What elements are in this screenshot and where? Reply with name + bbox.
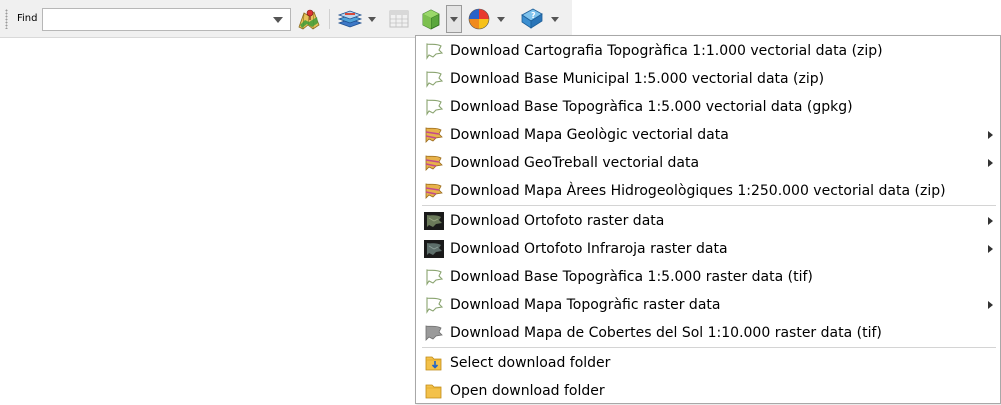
menu-item-download-geotreball[interactable]: Download GeoTreball vectorial data xyxy=(417,149,999,177)
land-cover-icon xyxy=(425,325,443,341)
menu-item-download-base-municipal[interactable]: Download Base Municipal 1:5.000 vectoria… xyxy=(417,65,999,93)
table-icon xyxy=(389,10,409,28)
menu-item-select-download-folder[interactable]: Select download folder xyxy=(417,349,999,377)
find-label: Find xyxy=(17,13,38,24)
menu-item-label: Download Mapa Àrees Hidrogeològiques 1:2… xyxy=(450,183,946,199)
menu-item-download-cartografia-1000[interactable]: Download Cartografia Topogràfica 1:1.000… xyxy=(417,37,999,65)
download-box-icon xyxy=(422,9,440,30)
menu-item-label: Download Base Topogràfica 1:5.000 raster… xyxy=(450,269,813,285)
toolbar: Find ? xyxy=(0,0,572,38)
map-button[interactable] xyxy=(297,7,321,31)
chevron-down-icon xyxy=(450,17,458,22)
color-button[interactable] xyxy=(467,7,491,31)
menu-item-label: Download Mapa Topogràfic raster data xyxy=(450,297,721,313)
toolbar-grip[interactable] xyxy=(5,9,8,29)
find-combobox[interactable] xyxy=(42,8,291,31)
menu-item-download-ortofoto[interactable]: Download Ortofoto raster data xyxy=(417,207,999,235)
menu-separator xyxy=(422,347,996,348)
folder-download-icon xyxy=(425,356,442,371)
menu-item-label: Select download folder xyxy=(450,355,611,371)
menu-item-label: Download Ortofoto raster data xyxy=(450,213,665,229)
menu-item-label: Open download folder xyxy=(450,383,605,399)
submenu-arrow-icon xyxy=(988,131,993,139)
menu-item-label: Download GeoTreball vectorial data xyxy=(450,155,700,171)
menu-item-download-mapa-topografic[interactable]: Download Mapa Topogràfic raster data xyxy=(417,291,999,319)
submenu-arrow-icon xyxy=(988,217,993,225)
geology-map-icon xyxy=(425,183,443,199)
download-menu: Download Cartografia Topogràfica 1:1.000… xyxy=(415,35,1001,404)
menu-item-label: Download Cartografia Topogràfica 1:1.000… xyxy=(450,43,883,59)
submenu-arrow-icon xyxy=(988,159,993,167)
menu-item-label: Download Mapa de Cobertes del Sol 1:10.0… xyxy=(450,325,882,341)
help-dropdown-arrow[interactable] xyxy=(551,17,559,22)
vector-outline-icon xyxy=(426,71,444,88)
find-input[interactable] xyxy=(45,11,265,28)
vector-outline-icon xyxy=(426,99,444,116)
menu-item-download-base-topografica-gpkg[interactable]: Download Base Topogràfica 1:5.000 vector… xyxy=(417,93,999,121)
menu-item-download-base-topografica-tif[interactable]: Download Base Topogràfica 1:5.000 raster… xyxy=(417,263,999,291)
download-data-button[interactable] xyxy=(419,7,443,31)
color-wheel-icon xyxy=(468,8,490,30)
vector-outline-icon xyxy=(426,297,444,314)
menu-item-open-download-folder[interactable]: Open download folder xyxy=(417,377,999,405)
menu-item-download-mapa-geologic[interactable]: Download Mapa Geològic vectorial data xyxy=(417,121,999,149)
download-dropdown-button[interactable] xyxy=(446,5,462,33)
layers-button[interactable] xyxy=(337,7,363,31)
folder-icon xyxy=(425,384,442,399)
table-button[interactable] xyxy=(387,7,411,31)
svg-text:?: ? xyxy=(531,11,536,20)
menu-item-label: Download Base Topogràfica 1:5.000 vector… xyxy=(450,99,853,115)
geology-map-icon xyxy=(425,155,443,171)
geology-map-icon xyxy=(425,127,443,143)
help-button[interactable]: ? xyxy=(519,7,545,31)
help-book-icon: ? xyxy=(521,8,543,29)
menu-item-label: Download Ortofoto Infraroja raster data xyxy=(450,241,728,257)
layers-icon xyxy=(337,10,363,28)
color-dropdown-arrow[interactable] xyxy=(497,17,505,22)
submenu-arrow-icon xyxy=(988,245,993,253)
orthophoto-icon xyxy=(424,240,444,258)
vector-outline-icon xyxy=(426,269,444,286)
menu-item-download-ortofoto-infraroja[interactable]: Download Ortofoto Infraroja raster data xyxy=(417,235,999,263)
layers-dropdown-arrow[interactable] xyxy=(368,17,376,22)
orthophoto-icon xyxy=(424,212,444,230)
vector-outline-icon xyxy=(426,43,444,60)
menu-item-label: Download Mapa Geològic vectorial data xyxy=(450,127,729,143)
menu-item-download-arees-hidrogeologiques[interactable]: Download Mapa Àrees Hidrogeològiques 1:2… xyxy=(417,177,999,205)
menu-item-label: Download Base Municipal 1:5.000 vectoria… xyxy=(450,71,825,87)
menu-item-download-cobertes-sol[interactable]: Download Mapa de Cobertes del Sol 1:10.0… xyxy=(417,319,999,347)
submenu-arrow-icon xyxy=(988,301,993,309)
chevron-down-icon[interactable] xyxy=(273,17,283,23)
menu-separator xyxy=(422,205,996,206)
map-icon xyxy=(298,9,320,30)
toolbar-separator xyxy=(329,9,330,29)
